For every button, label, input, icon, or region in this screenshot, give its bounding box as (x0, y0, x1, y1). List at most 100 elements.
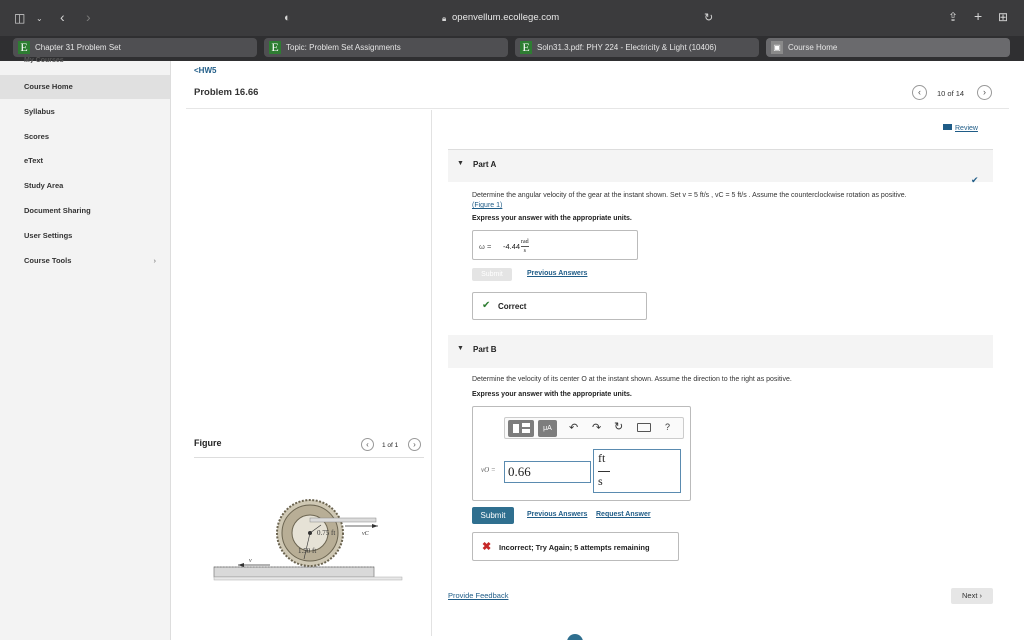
part-a-answer-label: ω = (479, 242, 492, 251)
figure-divider (194, 457, 424, 458)
chevron-down-icon[interactable]: ⌄ (36, 12, 43, 26)
part-b-value-input[interactable]: 0.66 (504, 461, 591, 483)
fraction-bar (598, 471, 610, 472)
tab-chapter-31[interactable]: E Chapter 31 Problem Set (13, 38, 257, 57)
shield-icon[interactable]: ◐ (284, 11, 291, 25)
figure-pager: 1 of 1 (382, 442, 399, 449)
prev-figure-icon[interactable]: ‹ (361, 438, 374, 451)
forward-icon[interactable]: › (86, 10, 91, 24)
equation-toolbar: μA ↶ ↷ ↻ ? (504, 417, 684, 439)
sidebar-item-label: Study Area (24, 181, 64, 190)
v-arrowhead (238, 563, 244, 567)
sidebar-item-study-area[interactable]: Study Area (0, 174, 170, 198)
unit-numerator: ft (598, 451, 606, 465)
pearson-favicon-icon: E (18, 41, 30, 54)
prev-problem-icon[interactable]: ‹ (912, 85, 927, 100)
sidebar-my-courses[interactable]: My Courses (24, 57, 64, 63)
bottom-rack (213, 566, 375, 578)
sidebar-toggle-icon[interactable]: ◫ (14, 11, 25, 25)
ground (213, 576, 403, 581)
pearson-favicon-icon: E (269, 41, 281, 54)
help-icon[interactable]: ? (665, 422, 670, 432)
reset-icon[interactable]: ↻ (614, 420, 623, 433)
sidebar-item-course-tools[interactable]: Course Tools › (0, 249, 170, 273)
vc-arrowhead (372, 524, 378, 528)
undo-icon[interactable]: ↶ (569, 421, 578, 434)
unit-denominator: s (598, 474, 603, 488)
keyboard-icon[interactable] (637, 423, 651, 432)
part-b-instruction: Express your answer with the appropriate… (472, 391, 632, 398)
tab-topic[interactable]: E Topic: Problem Set Assignments (264, 38, 508, 57)
part-a-unit: rad s (521, 238, 529, 255)
reload-icon[interactable]: ↻ (704, 11, 713, 25)
template-block-icon (522, 423, 530, 427)
sidebar-item-etext[interactable]: eText (0, 149, 170, 173)
part-b-previous-answers[interactable]: Previous Answers (527, 511, 587, 518)
next-label: Next (961, 591, 978, 600)
gear-figure: 0.75 ft 1.50 ft vC v (213, 499, 403, 581)
sidebar-item-scores[interactable]: Scores (0, 125, 170, 149)
next-button[interactable]: Next › (951, 588, 993, 604)
tab-label: Soln31.3.pdf: PHY 224 - Electricity & Li… (537, 43, 717, 52)
part-a-result-text: Correct (498, 302, 527, 311)
part-b-request-answer[interactable]: Request Answer (596, 511, 651, 518)
label-large-radius: 1.50 ft (298, 547, 316, 555)
browser-toolbar: ◫ ⌄ ‹ › ◐ 🔒︎ openvellum.ecollege.com ↻ ⇪… (0, 0, 1024, 36)
part-a-previous-answers[interactable]: Previous Answers (527, 270, 587, 277)
part-b-result-text: Incorrect; Try Again; 5 attempts remaini… (499, 543, 650, 552)
checkmark-icon: ✔ (971, 175, 979, 185)
sidebar-item-course-home[interactable]: Course Home (0, 75, 170, 99)
top-rack (309, 517, 377, 523)
back-link[interactable]: <HW5 (194, 66, 216, 75)
help-bubble-icon[interactable] (567, 634, 583, 640)
next-figure-icon[interactable]: › (408, 438, 421, 451)
lock-icon: 🔒︎ (442, 14, 447, 23)
figure-title: Figure (194, 438, 222, 448)
sidebar-item-label: Scores (24, 132, 50, 141)
sidebar-item-document-sharing[interactable]: Document Sharing (0, 199, 170, 223)
part-b-result: ✖ Incorrect; Try Again; 5 attempts remai… (472, 532, 679, 561)
part-a-question-text: Determine the angular velocity of the ge… (472, 192, 907, 199)
chevron-right-icon: › (153, 256, 157, 265)
part-a-submit-button[interactable]: Submit (472, 268, 512, 281)
caret-down-icon: ▼ (457, 345, 464, 352)
unit-numerator: rad (521, 239, 529, 247)
header-divider (186, 108, 1009, 109)
review-icon (943, 124, 952, 130)
tab-overview-icon[interactable]: ⊞ (998, 10, 1008, 24)
sidebar-item-label: Course Home (24, 82, 73, 91)
provide-feedback-link[interactable]: Provide Feedback (448, 591, 508, 600)
tab-label: Chapter 31 Problem Set (35, 43, 121, 52)
part-a-title: Part A (473, 160, 497, 169)
figure-1-link[interactable]: (Figure 1) (472, 202, 502, 209)
next-problem-icon[interactable]: › (977, 85, 992, 100)
label-small-radius: 0.75 ft (317, 529, 335, 537)
sidebar-item-label: eText (24, 156, 44, 165)
share-icon[interactable]: ⇪ (948, 10, 958, 24)
review-link[interactable]: Review (943, 122, 978, 132)
templates-icon[interactable] (508, 420, 534, 437)
new-tab-icon[interactable]: + (974, 9, 982, 23)
part-a-header[interactable]: ▼ Part A ✔ (448, 149, 993, 185)
part-b-header[interactable]: ▼ Part B (448, 335, 993, 368)
chevron-right-icon: › (979, 591, 983, 600)
incorrect-x-icon: ✖ (482, 541, 492, 553)
part-a-question: Determine the angular velocity of the ge… (472, 191, 987, 211)
page-title: Problem 16.66 (194, 87, 259, 98)
correct-check-icon: ✔ (482, 300, 491, 311)
redo-icon[interactable]: ↷ (592, 421, 601, 434)
sidebar-item-user-settings[interactable]: User Settings (0, 224, 170, 248)
problem-pager: 10 of 14 (937, 89, 965, 98)
tab-course-home[interactable]: ▣ Course Home (766, 38, 1010, 57)
units-button[interactable]: μA (538, 420, 557, 437)
template-block-icon (522, 429, 530, 433)
address-bar[interactable]: openvellum.ecollege.com (452, 12, 559, 23)
sidebar-item-syllabus[interactable]: Syllabus (0, 100, 170, 124)
tab-label: Topic: Problem Set Assignments (286, 43, 401, 52)
part-b-question: Determine the velocity of its center O a… (472, 376, 792, 383)
back-icon[interactable]: ‹ (60, 10, 65, 24)
part-a-instruction: Express your answer with the appropriate… (472, 215, 632, 222)
tab-soln[interactable]: E Soln31.3.pdf: PHY 224 - Electricity & … (515, 38, 759, 57)
part-b-unit-input[interactable]: ft s (593, 449, 681, 493)
part-b-submit-button[interactable]: Submit (472, 507, 514, 524)
